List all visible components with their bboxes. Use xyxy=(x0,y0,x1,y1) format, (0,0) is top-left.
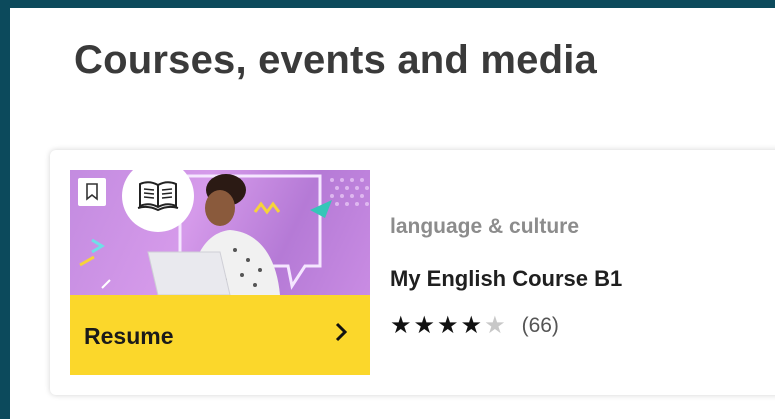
course-title[interactable]: My English Course B1 xyxy=(390,266,622,292)
course-thumbnail[interactable]: Resume xyxy=(70,170,370,375)
bookmark-button[interactable] xyxy=(78,178,106,206)
star-icon: ★ xyxy=(390,312,412,339)
open-book-icon xyxy=(137,181,179,212)
course-card[interactable]: Resume language & culture My English Cou… xyxy=(50,150,775,395)
course-image xyxy=(70,170,370,295)
course-illustration xyxy=(79,174,369,295)
bookmark-icon xyxy=(86,183,98,201)
star-icon: ★ xyxy=(484,312,506,339)
resume-label: Resume xyxy=(84,323,174,349)
star-icon: ★ xyxy=(460,312,483,339)
chevron-right-icon xyxy=(335,322,348,342)
star-icon: ★ xyxy=(413,312,436,339)
content-panel: Courses, events and media Resume languag… xyxy=(10,8,775,419)
star-icon: ★ xyxy=(437,312,459,339)
resume-button[interactable]: Resume xyxy=(70,295,370,375)
rating-count: (66) xyxy=(521,314,559,337)
page-title: Courses, events and media xyxy=(74,38,597,82)
course-category: language & culture xyxy=(390,215,580,238)
course-rating: ★ ★ ★ ★ ★ (66) xyxy=(390,314,559,338)
